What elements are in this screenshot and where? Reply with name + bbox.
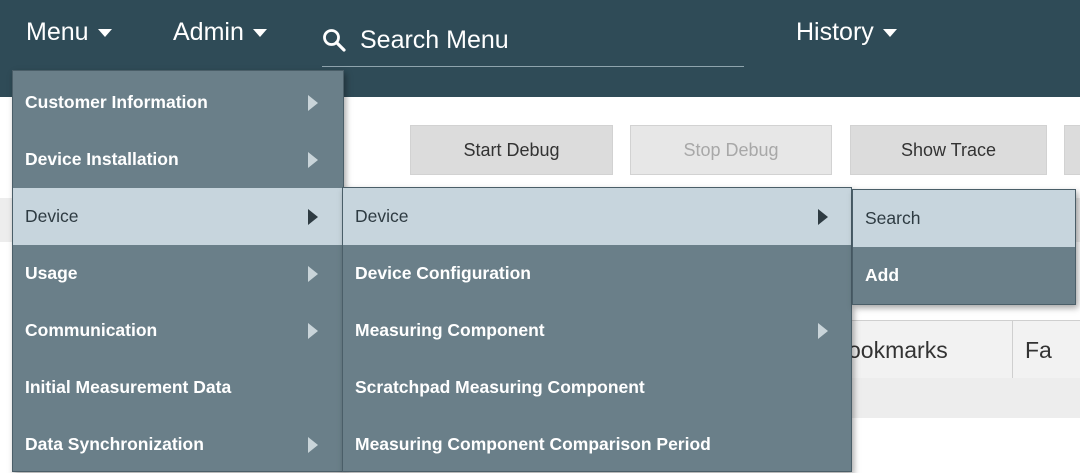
main-menu: Customer Information Device Installation… <box>12 70 344 472</box>
search-menu-field <box>322 14 744 67</box>
start-debug-label: Start Debug <box>463 139 560 160</box>
admin-label: Admin <box>173 18 244 46</box>
chevron-right-icon <box>308 265 318 282</box>
menu-item-label: Device <box>355 206 409 226</box>
tab-bookmarks-label: ookmarks <box>848 336 948 363</box>
submenu-item-scratchpad-measuring-component[interactable]: Scratchpad Measuring Component <box>343 359 851 416</box>
show-trace-button[interactable]: Show Trace <box>850 125 1047 175</box>
menu-item-label: Usage <box>25 263 78 283</box>
submenu-item-device-configuration[interactable]: Device Configuration <box>343 245 851 302</box>
menu-item-data-synchronization[interactable]: Data Synchronization <box>13 416 343 473</box>
menu-item-label: Scratchpad Measuring Component <box>355 377 645 397</box>
stop-debug-button: Stop Debug <box>630 125 832 175</box>
stop-debug-label: Stop Debug <box>683 139 779 160</box>
menu-item-device[interactable]: Device <box>13 188 343 245</box>
chevron-right-icon <box>818 322 828 339</box>
menu-item-label: Data Synchronization <box>25 434 204 454</box>
chevron-right-icon <box>308 436 318 453</box>
submenu-item-search[interactable]: Search <box>853 190 1075 247</box>
menu-item-usage[interactable]: Usage <box>13 245 343 302</box>
start-debug-button[interactable]: Start Debug <box>410 125 613 175</box>
chevron-right-icon <box>308 322 318 339</box>
menu-item-label: Device Configuration <box>355 263 531 283</box>
menu-item-label: Measuring Component Comparison Period <box>355 434 711 454</box>
history-dropdown[interactable]: History <box>796 18 897 47</box>
menu-item-label: Customer Information <box>25 92 208 112</box>
device-submenu: Device Device Configuration Measuring Co… <box>342 187 852 472</box>
menu-item-label: Device Installation <box>25 149 179 169</box>
menu-item-label: Initial Measurement Data <box>25 377 232 397</box>
submenu-item-device[interactable]: Device <box>343 188 851 245</box>
menu-item-device-installation[interactable]: Device Installation <box>13 131 343 188</box>
menu-item-label: Search <box>865 208 921 228</box>
caret-down-icon <box>97 28 112 37</box>
menu-label: Menu <box>26 18 89 46</box>
chevron-right-icon <box>308 151 318 168</box>
chevron-right-icon <box>818 208 828 225</box>
history-label: History <box>796 18 874 46</box>
submenu-item-add[interactable]: Add <box>853 247 1075 304</box>
tab-next-label: Fa <box>1025 336 1052 363</box>
show-trace-label: Show Trace <box>900 139 997 160</box>
caret-down-icon <box>882 28 897 37</box>
menu-item-customer-information[interactable]: Customer Information <box>13 74 343 131</box>
tab-next[interactable]: Fa <box>1012 321 1080 379</box>
chevron-right-icon <box>308 94 318 111</box>
menu-item-initial-measurement-data[interactable]: Initial Measurement Data <box>13 359 343 416</box>
search-icon[interactable] <box>322 28 346 52</box>
caret-down-icon <box>252 28 267 37</box>
toolbar-button-partial[interactable] <box>1064 125 1080 175</box>
chevron-right-icon <box>308 208 318 225</box>
menu-item-label: Communication <box>25 320 158 340</box>
menu-dropdown[interactable]: Menu <box>26 18 112 47</box>
menu-item-label: Device <box>25 206 79 226</box>
menu-item-label: Measuring Component <box>355 320 545 340</box>
tab-bookmarks[interactable]: ookmarks <box>840 321 1012 379</box>
admin-dropdown[interactable]: Admin <box>173 18 267 47</box>
device-actions-submenu: Search Add <box>852 189 1076 305</box>
submenu-item-measuring-component-comparison-period[interactable]: Measuring Component Comparison Period <box>343 416 851 473</box>
submenu-item-measuring-component[interactable]: Measuring Component <box>343 302 851 359</box>
menu-item-label: Add <box>865 265 900 285</box>
search-input[interactable] <box>360 25 720 55</box>
menu-item-communication[interactable]: Communication <box>13 302 343 359</box>
